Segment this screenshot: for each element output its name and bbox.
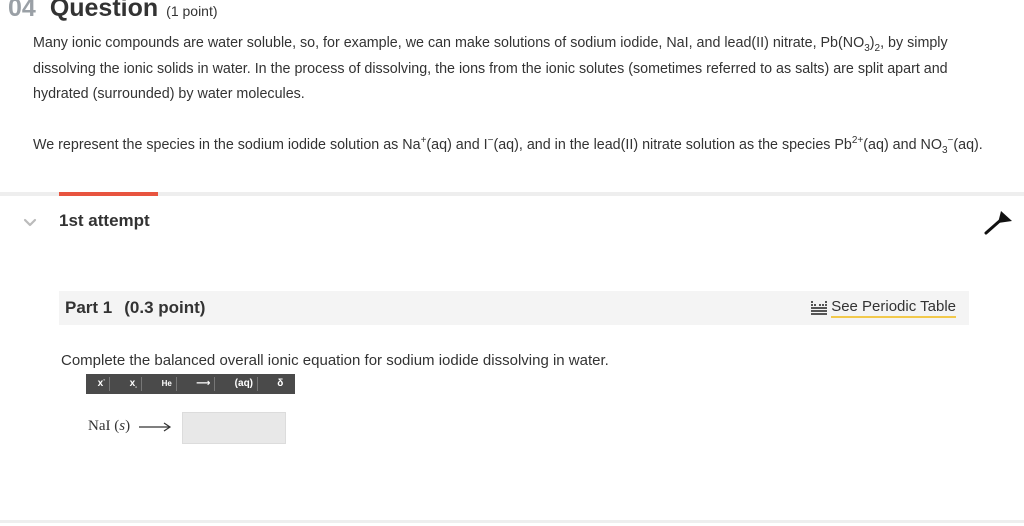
- intro-text: We represent the species in the sodium i…: [33, 136, 421, 153]
- delta-label: δ: [277, 378, 284, 389]
- question-header: 04 Question (1 point): [8, 0, 218, 24]
- part-points: (0.3 point): [124, 298, 206, 317]
- state-close: ): [125, 418, 131, 434]
- chevron-down-icon[interactable]: [22, 215, 38, 231]
- intro-text: Many ionic compounds are water soluble, …: [33, 35, 865, 51]
- answer-input[interactable]: [182, 412, 286, 444]
- attempt-label[interactable]: 1st attempt: [59, 211, 150, 231]
- intro-paragraph-2: We represent the species in the sodium i…: [33, 133, 993, 159]
- periodic-table-link[interactable]: See Periodic Table: [811, 297, 956, 319]
- arrow-button[interactable]: ⟶: [192, 377, 216, 391]
- aq-button[interactable]: (aq): [231, 377, 259, 391]
- formula-toolbar: x▫ x▫ He ⟶ (aq) δ: [86, 374, 295, 394]
- equation-reactant: NaI (s): [88, 418, 172, 435]
- arrow-label: ⟶: [196, 378, 211, 389]
- reaction-arrow-icon: [139, 422, 172, 431]
- part-title: Part 1 (0.3 point): [65, 298, 205, 318]
- periodic-table-icon: [811, 301, 828, 315]
- intro-text: (aq).: [953, 136, 983, 153]
- intro-text: (aq) and NO: [863, 136, 942, 153]
- intro-paragraph-1: Many ionic compounds are water soluble, …: [33, 31, 993, 108]
- pin-icon[interactable]: [982, 209, 1016, 237]
- subscript-button[interactable]: x▫: [126, 377, 143, 391]
- periodic-table-label[interactable]: See Periodic Table: [831, 298, 956, 318]
- state-open: (: [110, 418, 120, 434]
- element-label: He: [161, 379, 172, 388]
- part-header: Part 1 (0.3 point) See Periodic Table: [59, 291, 969, 325]
- question-title: Question: [49, 0, 159, 22]
- superscript-button[interactable]: x▫: [94, 377, 111, 391]
- part-number: Part 1: [65, 298, 113, 317]
- aq-label: (aq): [234, 378, 254, 389]
- question-intro: Many ionic compounds are water soluble, …: [33, 31, 993, 158]
- intro-text: (aq) and I: [426, 136, 488, 153]
- element-button[interactable]: He: [158, 377, 177, 391]
- delta-button[interactable]: δ: [273, 377, 287, 391]
- question-points: (1 point): [166, 3, 218, 19]
- instruction-text: Complete the balanced overall ionic equa…: [61, 352, 609, 369]
- subscript: 3: [941, 144, 948, 156]
- attempt-tab-indicator: [59, 192, 158, 196]
- reactant-formula: NaI: [88, 418, 111, 434]
- question-number: 04: [8, 0, 36, 22]
- intro-text: (aq), and in the lead(II) nitrate soluti…: [493, 136, 852, 153]
- superscript: 2+: [851, 134, 864, 146]
- bottom-divider: [0, 520, 1024, 523]
